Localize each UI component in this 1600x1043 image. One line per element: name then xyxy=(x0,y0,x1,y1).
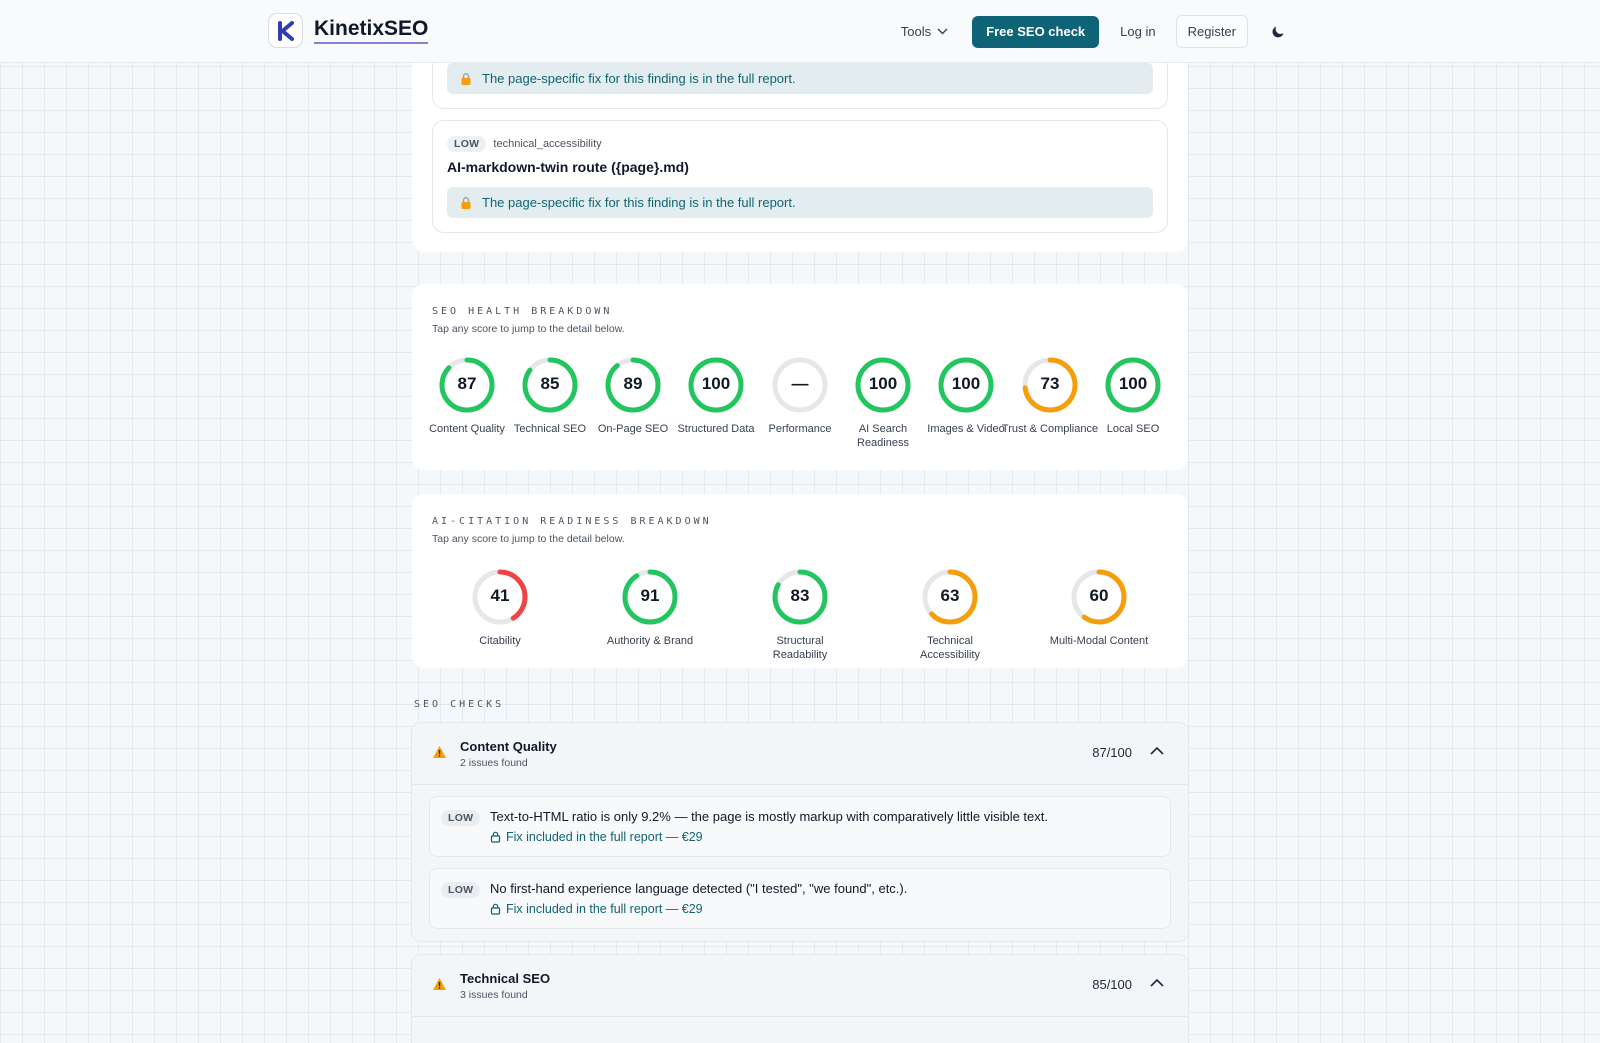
check-issue-count: 3 issues found xyxy=(460,989,528,1001)
score-gauge[interactable]: 83 Structural Readability xyxy=(750,566,850,662)
check-header[interactable]: Content Quality 2 issues found 87/100 xyxy=(412,723,1188,784)
lock-outline-icon xyxy=(490,903,501,915)
score-value: 63 xyxy=(940,586,960,605)
issue-item: LOW Text-to-HTML ratio is only 9.2% — th… xyxy=(429,796,1171,857)
lock-outline-icon xyxy=(490,831,501,843)
lock-icon xyxy=(461,72,471,85)
seo-health-heading: SEO HEALTH BREAKDOWN xyxy=(432,306,613,317)
seo-checks-heading: SEO CHECKS xyxy=(414,699,505,710)
lock-icon xyxy=(461,196,471,209)
severity-badge: LOW xyxy=(441,810,481,826)
severity-badge: LOW xyxy=(441,882,481,898)
score-label: Authority & Brand xyxy=(606,635,694,647)
check-title: Technical SEO xyxy=(460,971,551,986)
score-value: 100 xyxy=(1118,374,1148,393)
finding-card: LOW technical_accessibility AI-markdown-… xyxy=(432,120,1168,233)
moon-icon xyxy=(1272,26,1283,38)
score-label: Citability xyxy=(479,635,521,647)
issue-item: LOW No first-hand experience language de… xyxy=(429,868,1171,929)
seo-health-panel: SEO HEALTH BREAKDOWN Tap any score to ju… xyxy=(412,284,1188,470)
issue-text: No first-hand experience language detect… xyxy=(490,881,908,896)
dark-mode-toggle[interactable] xyxy=(1264,18,1292,46)
check-score: 87/100 xyxy=(1092,745,1132,760)
score-gauge[interactable]: 63 Technical Accessibility xyxy=(900,566,1000,662)
fix-upsell-label: Fix included in the full report — €29 xyxy=(506,830,703,844)
score-value: 91 xyxy=(640,586,660,605)
score-value: 41 xyxy=(490,586,510,605)
score-label: Structural Readability xyxy=(772,635,828,661)
check-score: 85/100 xyxy=(1092,977,1132,992)
divider xyxy=(412,784,1188,785)
seo-health-subtitle: Tap any score to jump to the detail belo… xyxy=(432,323,625,335)
fix-locked-banner[interactable]: The page-specific fix for this finding i… xyxy=(447,63,1153,94)
brand-name: KinetixSEO xyxy=(314,17,429,44)
brand-logo[interactable]: KinetixSEO xyxy=(268,13,429,48)
score-value: 83 xyxy=(790,586,810,605)
main-nav: Tools Free SEO check Log in Register xyxy=(901,15,1292,48)
ai-citation-heading: AI-CITATION READINESS BREAKDOWN xyxy=(432,516,712,527)
login-link[interactable]: Log in xyxy=(1120,24,1155,39)
tools-label: Tools xyxy=(900,24,932,39)
warning-icon xyxy=(433,746,446,758)
chevron-up-icon[interactable] xyxy=(1150,978,1164,987)
fix-upsell-link[interactable]: Fix included in the full report — €29 xyxy=(490,902,703,916)
score-gauge[interactable]: 91 Authority & Brand xyxy=(600,566,700,648)
chevron-up-icon[interactable] xyxy=(1150,746,1164,755)
free-seo-check-button[interactable]: Free SEO check xyxy=(972,15,1100,48)
check-content-quality: Content Quality 2 issues found 87/100 LO… xyxy=(411,722,1189,942)
score-label: Local SEO xyxy=(1106,423,1160,435)
tools-menu[interactable]: Tools xyxy=(901,24,948,39)
finding-title: AI-markdown-twin route ({page}.md) xyxy=(447,159,689,175)
finding-category: technical_accessibility xyxy=(493,138,602,150)
ai-citation-panel: AI-CITATION READINESS BREAKDOWN Tap any … xyxy=(412,494,1188,668)
fix-note: The page-specific fix for this finding i… xyxy=(482,195,796,210)
severity-badge: LOW xyxy=(447,136,487,152)
fix-upsell-label: Fix included in the full report — €29 xyxy=(506,902,703,916)
score-gauge[interactable]: 100 Local SEO xyxy=(1083,354,1183,436)
top-navbar: KinetixSEO Tools Free SEO check Log in R… xyxy=(0,0,1600,63)
ai-citation-subtitle: Tap any score to jump to the detail belo… xyxy=(432,533,625,545)
warning-icon xyxy=(433,978,446,990)
score-label: Technical Accessibility xyxy=(920,635,980,661)
check-title: Content Quality xyxy=(460,739,557,754)
fix-upsell-link[interactable]: Fix included in the full report — €29 xyxy=(490,830,703,844)
chevron-down-icon xyxy=(937,28,948,35)
divider xyxy=(412,1016,1188,1017)
issue-text: Text-to-HTML ratio is only 9.2% — the pa… xyxy=(490,809,1048,824)
fix-locked-banner[interactable]: The page-specific fix for this finding i… xyxy=(447,187,1153,218)
check-technical-seo: Technical SEO 3 issues found 85/100 xyxy=(411,954,1189,1043)
score-label: Multi-Modal Content xyxy=(1049,635,1149,647)
logo-k-icon xyxy=(268,13,303,48)
fix-note: The page-specific fix for this finding i… xyxy=(482,71,796,86)
score-value: 60 xyxy=(1089,586,1109,605)
score-gauge[interactable]: 60 Multi-Modal Content xyxy=(1049,566,1149,648)
score-gauge[interactable]: 41 Citability xyxy=(450,566,550,648)
check-header[interactable]: Technical SEO 3 issues found 85/100 xyxy=(412,955,1188,1016)
register-button[interactable]: Register xyxy=(1175,15,1248,48)
check-issue-count: 2 issues found xyxy=(460,757,528,769)
